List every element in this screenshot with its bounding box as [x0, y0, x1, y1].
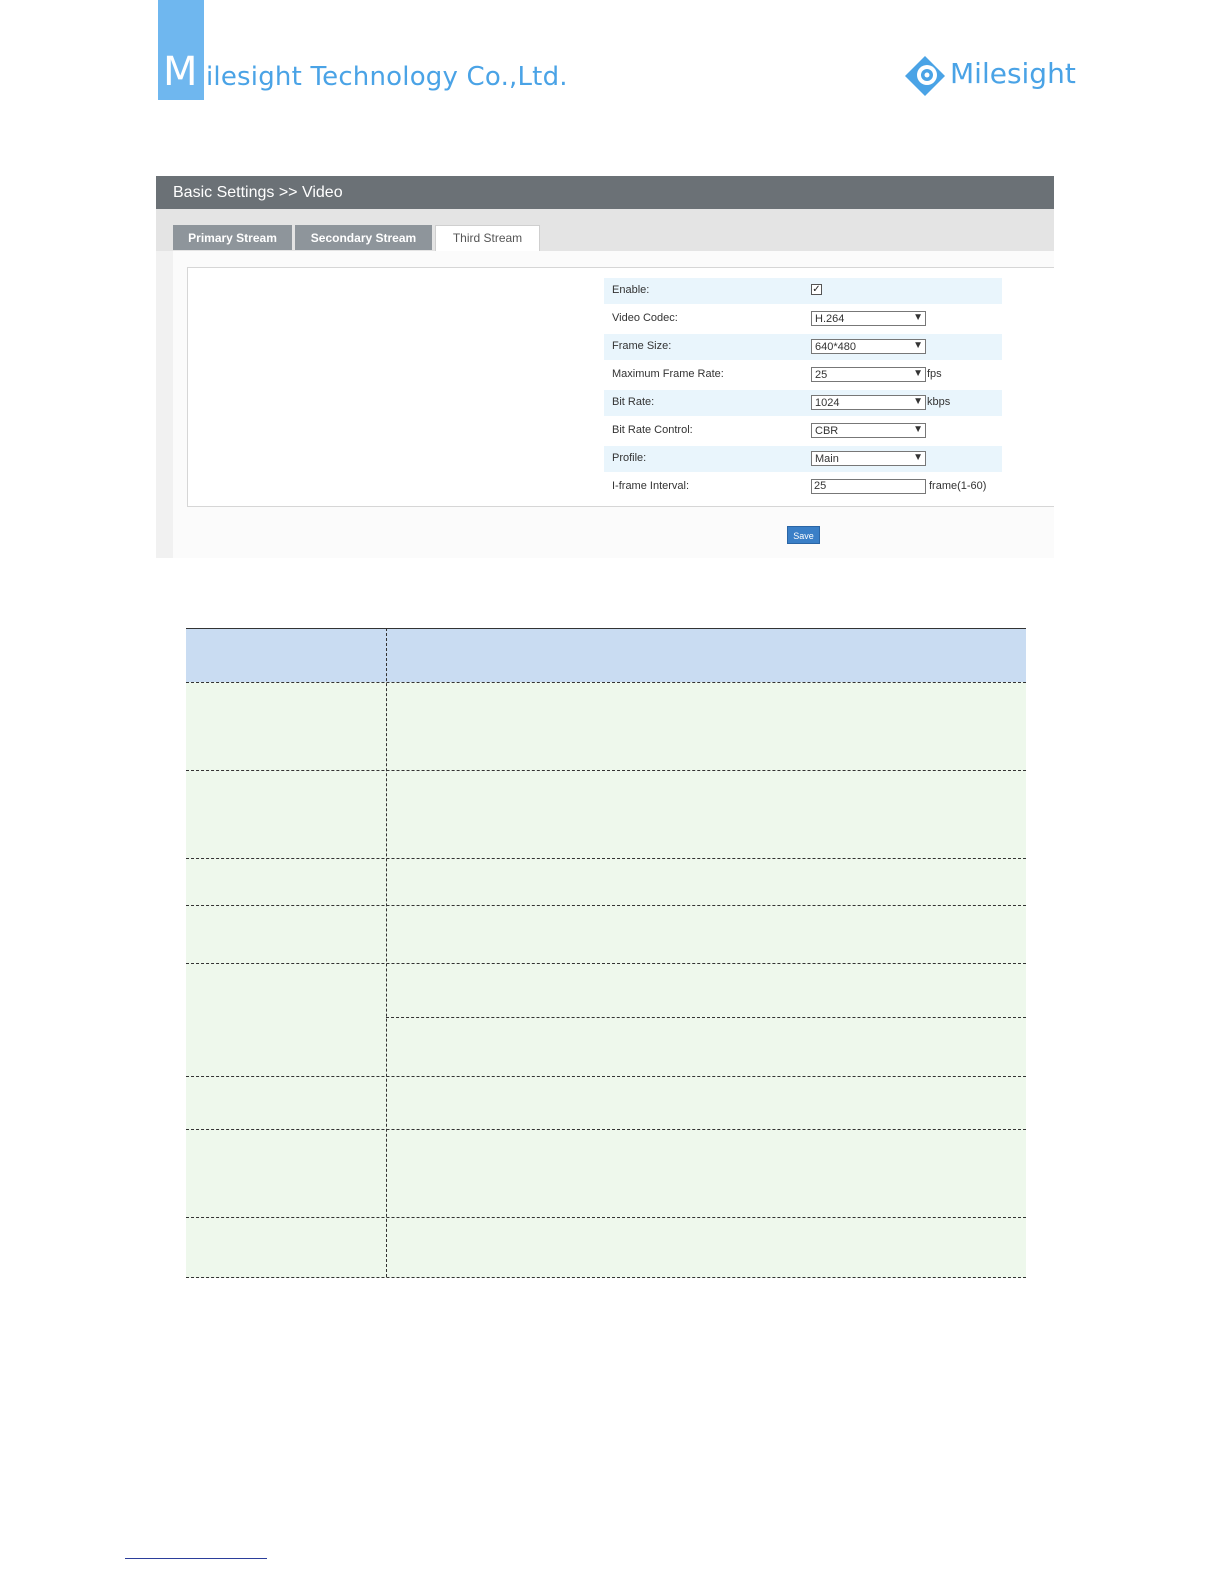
- table-row: [186, 1217, 1026, 1278]
- tab-content: Enable: ✓ Video Codec: H.264 ▼ Frame Size…: [173, 251, 1054, 558]
- table-header: [186, 628, 1026, 682]
- row-bit-rate: Bit Rate: 1024 ▼ kbps: [604, 390, 1002, 416]
- bit-rate-control-value: CBR: [815, 425, 839, 437]
- save-button[interactable]: Save: [787, 526, 820, 544]
- bit-rate-control-label: Bit Rate Control:: [612, 424, 693, 436]
- table-column-divider: [386, 628, 387, 1277]
- bit-rate-select[interactable]: 1024 ▼: [811, 395, 926, 410]
- row-profile: Profile: Main ▼: [604, 446, 1002, 472]
- table-row: [186, 963, 1026, 1076]
- iframe-interval-input[interactable]: 25: [811, 479, 926, 494]
- tab-primary-stream[interactable]: Primary Stream: [173, 225, 292, 250]
- parameter-table: [186, 628, 1026, 1278]
- table-row: [186, 770, 1026, 858]
- table-row: [186, 682, 1026, 770]
- logo-text: Milesight: [950, 57, 1076, 90]
- table-row: [186, 905, 1026, 963]
- bit-rate-control-select[interactable]: CBR ▼: [811, 423, 926, 438]
- form-box: Enable: ✓ Video Codec: H.264 ▼ Frame Size…: [187, 267, 1054, 507]
- chevron-down-icon: ▼: [913, 424, 923, 435]
- company-name: ilesight Technology Co.,Ltd.: [206, 62, 568, 92]
- chevron-down-icon: ▼: [913, 368, 923, 379]
- kbps-unit: kbps: [927, 396, 951, 408]
- iframe-interval-unit: frame(1-60): [929, 480, 987, 492]
- profile-label: Profile:: [612, 452, 647, 464]
- table-subrow-divider: [386, 1017, 1026, 1018]
- milesight-eye-icon: [905, 56, 945, 96]
- row-bit-rate-control: Bit Rate Control: CBR ▼: [604, 418, 1002, 444]
- row-enable: Enable: ✓: [604, 278, 1002, 304]
- chevron-down-icon: ▼: [913, 312, 923, 323]
- company-initial: M: [163, 49, 198, 95]
- row-max-frame-rate: Maximum Frame Rate: 25 ▼ fps: [604, 362, 1002, 388]
- bit-rate-label: Bit Rate:: [612, 396, 655, 408]
- bit-rate-value: 1024: [815, 397, 840, 409]
- stream-tabs: Primary Stream Secondary Stream Third St…: [156, 209, 1054, 251]
- profile-select[interactable]: Main ▼: [811, 451, 926, 466]
- breadcrumb: Basic Settings >> Video: [156, 176, 1054, 209]
- max-frame-rate-label: Maximum Frame Rate:: [612, 368, 724, 380]
- video-codec-label: Video Codec:: [612, 312, 678, 324]
- enable-label: Enable:: [612, 284, 650, 296]
- tab-secondary-stream[interactable]: Secondary Stream: [295, 225, 432, 250]
- iframe-interval-label: I-frame Interval:: [612, 480, 690, 492]
- row-iframe-interval: I-frame Interval: 25 frame(1-60): [604, 474, 1002, 500]
- video-codec-value: H.264: [815, 313, 845, 325]
- table-row: [186, 1129, 1026, 1217]
- video-codec-select[interactable]: H.264 ▼: [811, 311, 926, 326]
- row-video-codec: Video Codec: H.264 ▼: [604, 306, 1002, 332]
- max-frame-rate-value: 25: [815, 369, 828, 381]
- profile-value: Main: [815, 453, 839, 465]
- enable-checkbox[interactable]: ✓: [811, 284, 822, 295]
- fps-unit: fps: [927, 368, 942, 380]
- chevron-down-icon: ▼: [913, 452, 923, 463]
- table-row: [186, 858, 1026, 905]
- tab-third-stream[interactable]: Third Stream: [435, 225, 540, 251]
- footer-link-underline: [125, 1558, 267, 1559]
- frame-size-label: Frame Size:: [612, 340, 672, 352]
- frame-size-value: 640*480: [815, 341, 856, 353]
- chevron-down-icon: ▼: [913, 396, 923, 407]
- max-frame-rate-select[interactable]: 25 ▼: [811, 367, 926, 382]
- row-frame-size: Frame Size: 640*480 ▼: [604, 334, 1002, 360]
- video-settings-panel: Basic Settings >> Video Primary Stream S…: [156, 176, 1054, 558]
- chevron-down-icon: ▼: [913, 340, 923, 351]
- frame-size-select[interactable]: 640*480 ▼: [811, 339, 926, 354]
- table-row: [186, 1076, 1026, 1129]
